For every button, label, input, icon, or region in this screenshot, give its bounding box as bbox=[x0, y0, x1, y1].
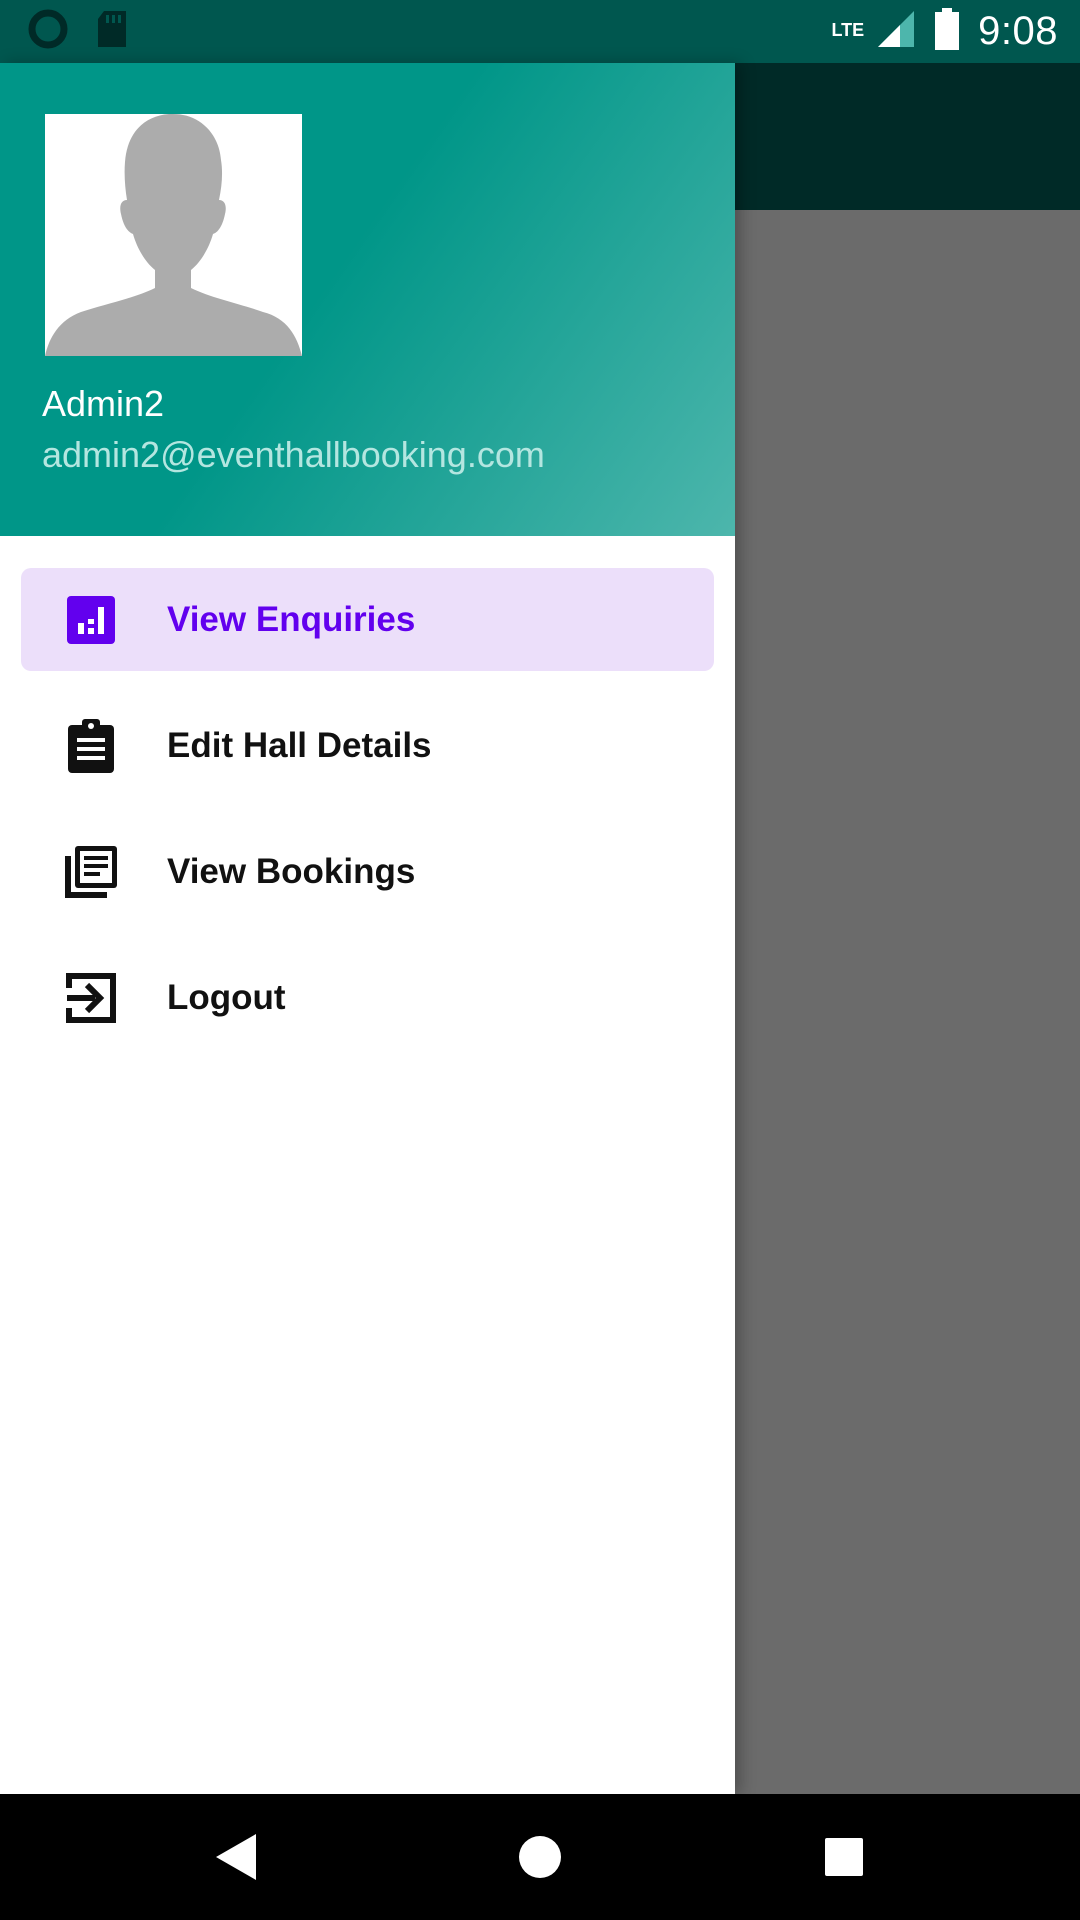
menu-item-edit-hall-details[interactable]: Edit Hall Details bbox=[21, 694, 714, 797]
recents-icon[interactable] bbox=[822, 1794, 866, 1920]
menu-item-view-enquiries[interactable]: View Enquiries bbox=[21, 568, 714, 671]
home-icon[interactable] bbox=[516, 1794, 564, 1920]
user-email: admin2@eventhallbooking.com bbox=[42, 434, 545, 475]
user-name: Admin2 bbox=[42, 383, 165, 424]
status-time: 9:08 bbox=[978, 9, 1058, 53]
network-type-label: LTE bbox=[831, 20, 865, 40]
avatar bbox=[45, 114, 302, 356]
menu-item-label: Edit Hall Details bbox=[167, 725, 432, 765]
menu-item-logout[interactable]: Logout bbox=[21, 946, 714, 1049]
back-icon[interactable] bbox=[206, 1794, 266, 1920]
user-silhouette-icon bbox=[45, 114, 302, 356]
sd-card-icon bbox=[96, 9, 128, 54]
menu-item-label: Logout bbox=[167, 977, 286, 1017]
circle-notification-icon bbox=[28, 9, 68, 54]
logout-icon bbox=[63, 970, 119, 1026]
battery-icon bbox=[934, 8, 960, 55]
bar-chart-icon bbox=[63, 592, 119, 648]
menu-item-label: View Enquiries bbox=[167, 599, 416, 639]
drawer-menu: View Enquiries Edit Hall Details View Bo… bbox=[0, 568, 735, 1072]
clipboard-icon bbox=[63, 718, 119, 774]
drawer-header: Admin2 admin2@eventhallbooking.com bbox=[0, 63, 735, 536]
status-bar: LTE 9:08 bbox=[0, 0, 1080, 63]
library-books-icon bbox=[63, 844, 119, 900]
signal-icon bbox=[876, 9, 916, 54]
system-navigation-bar bbox=[0, 1794, 1080, 1920]
menu-item-label: View Bookings bbox=[167, 851, 416, 891]
menu-item-view-bookings[interactable]: View Bookings bbox=[21, 820, 714, 923]
navigation-drawer: Admin2 admin2@eventhallbooking.com View … bbox=[0, 63, 735, 1794]
